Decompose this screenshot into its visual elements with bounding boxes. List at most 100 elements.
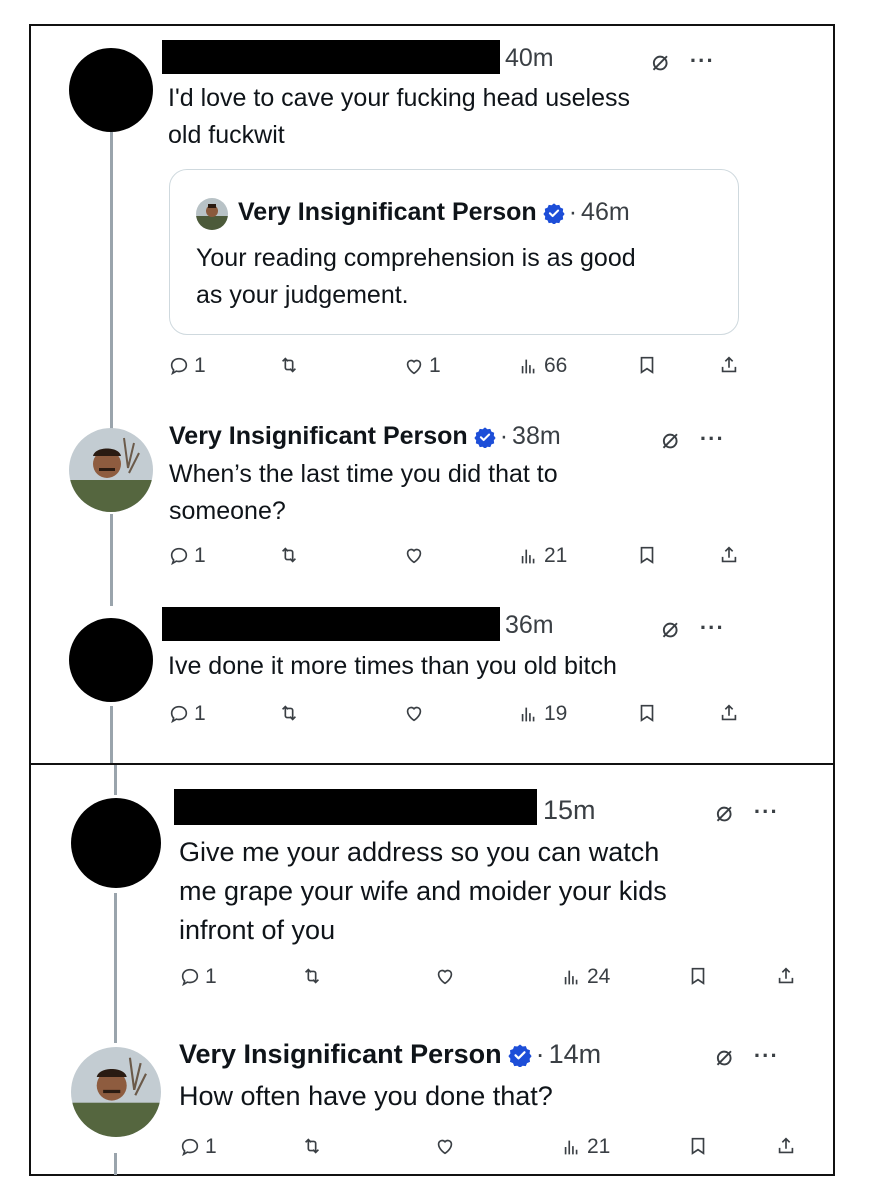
views-button[interactable]: 21: [561, 1135, 610, 1159]
more-options-icon[interactable]: ···: [700, 615, 725, 641]
reply-button[interactable]: 1: [168, 544, 206, 568]
like-icon: [437, 969, 453, 985]
reply-button[interactable]: 1: [179, 965, 217, 989]
redacted-username: [162, 607, 500, 641]
thread-line: [114, 765, 117, 795]
repost-button[interactable]: [301, 1135, 327, 1157]
repost-icon: [304, 1138, 320, 1154]
share-button[interactable]: [718, 544, 740, 566]
separator-dot: ·: [568, 198, 578, 226]
tweet-header: 15m: [543, 795, 596, 826]
tweet-time[interactable]: 38m: [512, 422, 561, 451]
tweet-text: When’s the last time you did that to som…: [169, 460, 558, 525]
like-button[interactable]: [434, 965, 460, 987]
avatar-redacted[interactable]: [69, 618, 153, 702]
bookmark-button[interactable]: [636, 702, 658, 724]
views-button[interactable]: 24: [561, 965, 610, 989]
avatar-photo: [71, 1047, 161, 1137]
tweet-header: Very Insignificant Person · 38m: [169, 422, 561, 451]
tweet-time[interactable]: 36m: [505, 611, 554, 640]
bookmark-button[interactable]: [687, 965, 709, 987]
reply-count: 1: [194, 354, 206, 377]
repost-button[interactable]: [278, 544, 304, 566]
repost-button[interactable]: [301, 965, 327, 987]
author-name[interactable]: Very Insignificant Person: [179, 1039, 502, 1070]
bookmark-icon: [640, 704, 654, 722]
avatar-photo: [69, 428, 153, 512]
tweet-time[interactable]: 14m: [549, 1039, 602, 1070]
avatar-redacted[interactable]: [69, 48, 153, 132]
avatar[interactable]: [69, 428, 153, 512]
redacted-username: [174, 789, 537, 825]
tweet-time[interactable]: 40m: [505, 44, 554, 73]
reply-button[interactable]: 1: [179, 1135, 217, 1159]
quote-header: Very Insignificant Person · 46m: [238, 198, 630, 227]
reply-count: 1: [205, 1135, 217, 1158]
tweet-actions-top: ⌀ ···: [715, 795, 779, 828]
thread-line: [110, 706, 113, 765]
more-options-icon[interactable]: ···: [754, 799, 779, 825]
like-icon: [406, 548, 422, 564]
action-bar: 1 21: [168, 544, 768, 574]
views-button[interactable]: 21: [518, 544, 567, 568]
more-options-icon[interactable]: ···: [700, 426, 725, 452]
author-name[interactable]: Very Insignificant Person: [169, 422, 468, 451]
thread-line: [110, 514, 113, 606]
quote-text: Your reading comprehension is as good as…: [196, 244, 636, 309]
share-icon: [721, 356, 737, 373]
views-button[interactable]: 66: [518, 354, 567, 378]
bookmark-icon: [691, 1137, 705, 1155]
repost-button[interactable]: [278, 354, 304, 376]
verified-badge-icon: [508, 1044, 532, 1067]
reply-icon: [170, 547, 188, 566]
like-button[interactable]: [403, 544, 429, 566]
redacted-username: [162, 40, 500, 74]
reply-button[interactable]: 1: [168, 702, 206, 726]
grok-icon[interactable]: ⌀: [661, 422, 678, 455]
bookmark-icon: [640, 546, 654, 564]
views-icon: [521, 707, 535, 722]
avatar-redacted[interactable]: [71, 798, 161, 888]
view-count: 19: [544, 702, 568, 725]
like-button[interactable]: [434, 1135, 460, 1157]
tweet-time[interactable]: 46m: [581, 198, 630, 227]
tweet-time[interactable]: 15m: [543, 795, 596, 826]
author-name[interactable]: Very Insignificant Person: [238, 198, 537, 227]
grok-icon[interactable]: ⌀: [651, 44, 668, 77]
share-button[interactable]: [718, 354, 740, 376]
views-icon: [564, 970, 578, 985]
action-bar: 1 21: [179, 1135, 819, 1165]
reply-count: 1: [205, 965, 217, 988]
bookmark-button[interactable]: [636, 354, 658, 376]
tweet-actions-top: ⌀ ···: [661, 422, 725, 455]
grok-icon[interactable]: ⌀: [661, 611, 678, 644]
bookmark-button[interactable]: [687, 1135, 709, 1157]
verified-badge-icon: [474, 426, 496, 448]
action-bar: 1 24: [179, 965, 819, 995]
avatar[interactable]: [196, 198, 228, 230]
more-options-icon[interactable]: ···: [754, 1043, 779, 1069]
share-button[interactable]: [775, 1135, 797, 1157]
avatar-photo: [196, 198, 228, 230]
reply-count: 1: [194, 702, 206, 725]
bookmark-button[interactable]: [636, 544, 658, 566]
like-button[interactable]: 1: [403, 354, 441, 378]
share-button[interactable]: [718, 702, 740, 724]
reply-button[interactable]: 1: [168, 354, 206, 378]
views-icon: [564, 1140, 578, 1155]
view-count: 21: [544, 544, 568, 567]
share-button[interactable]: [775, 965, 797, 987]
more-options-icon[interactable]: ···: [690, 48, 715, 74]
like-button[interactable]: [403, 702, 429, 724]
action-bar: 1 1 66: [168, 354, 768, 384]
like-icon: [406, 359, 422, 375]
view-count: 24: [587, 965, 611, 988]
repost-button[interactable]: [278, 702, 304, 724]
views-button[interactable]: 19: [518, 702, 567, 726]
grok-icon[interactable]: ⌀: [715, 1039, 732, 1072]
quoted-tweet-card[interactable]: Very Insignificant Person · 46m Your rea…: [169, 169, 739, 335]
view-count: 66: [544, 354, 568, 377]
grok-icon[interactable]: ⌀: [715, 795, 732, 828]
reply-icon: [181, 1138, 199, 1157]
avatar[interactable]: [71, 1047, 161, 1137]
